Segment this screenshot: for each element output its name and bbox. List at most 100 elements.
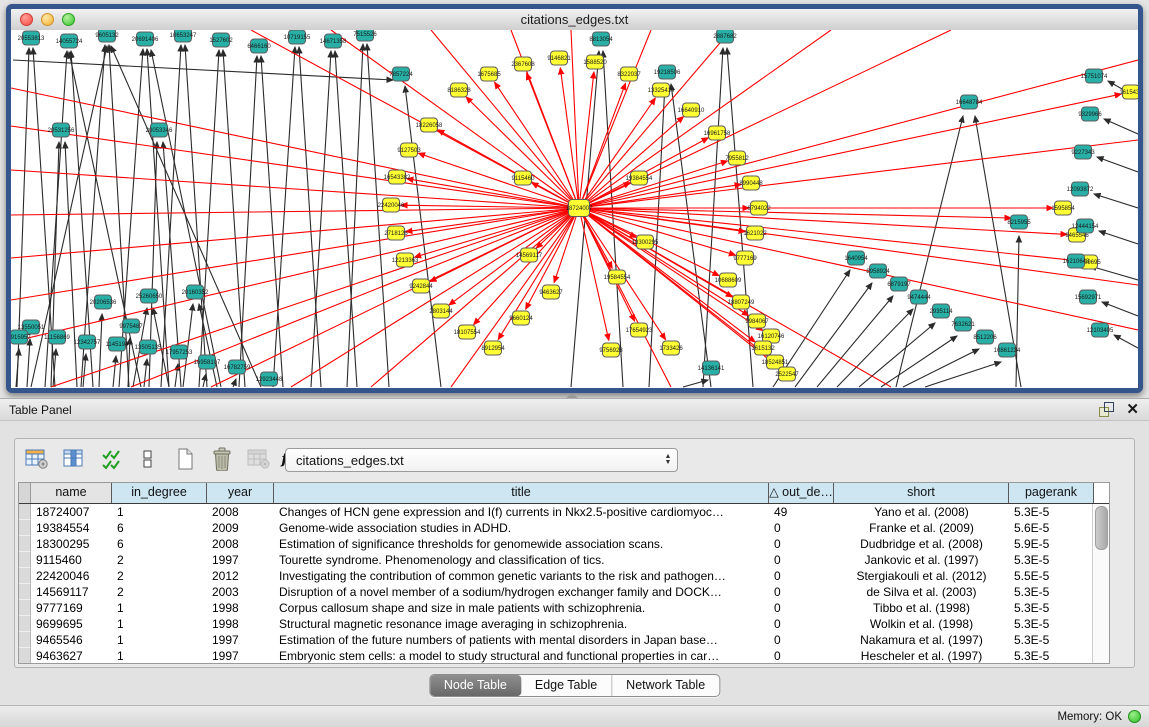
graph-node[interactable]: 8322037	[617, 67, 641, 81]
graph-node[interactable]: 6879197	[887, 277, 911, 291]
graph-node[interactable]: 20691406	[132, 32, 159, 46]
graph-node[interactable]: 9756928	[599, 343, 623, 357]
close-panel-icon[interactable]: ✕	[1126, 402, 1139, 417]
graph-node[interactable]: 9146821	[547, 51, 571, 65]
new-table-icon[interactable]	[170, 445, 200, 473]
graph-node[interactable]: 10719155	[284, 30, 311, 44]
graph-node[interactable]: 9463627	[539, 285, 563, 299]
graph-node[interactable]: 8958924	[866, 264, 890, 278]
graph-node[interactable]: 2367608	[511, 57, 535, 71]
graph-node[interactable]: 8186328	[447, 83, 471, 97]
node-table[interactable]: namein_degreeyeartitle△ out_de…shortpage…	[18, 482, 1110, 664]
graph-node[interactable]: 1145194	[106, 337, 130, 351]
graph-node[interactable]: 7632621	[951, 317, 975, 331]
graph-node[interactable]: 1527602	[209, 33, 233, 47]
graph-node[interactable]: 12342757	[74, 335, 101, 349]
graph-node[interactable]: 8512206	[973, 330, 997, 344]
column-header-short[interactable]: short	[834, 483, 1009, 503]
graph-node[interactable]: 1733426	[659, 341, 683, 355]
graph-node[interactable]: 7955812	[725, 151, 749, 165]
graph-node[interactable]: 18107554	[454, 325, 481, 339]
graph-node[interactable]: 9242844	[409, 279, 433, 293]
table-row[interactable]: 1830029562008Estimation of significance …	[19, 536, 1109, 552]
graph-node[interactable]: 2718126	[384, 226, 408, 240]
graph-node[interactable]: 9127503	[397, 143, 421, 157]
graph-node[interactable]: 18724007	[566, 200, 593, 217]
zoom-window-icon[interactable]	[62, 13, 75, 26]
graph-node[interactable]: 8215955	[1007, 215, 1031, 229]
graph-node[interactable]: 15692971	[1075, 290, 1102, 304]
tab-node-table[interactable]: Node Table	[430, 675, 521, 696]
tab-edge-table[interactable]: Edge Table	[521, 675, 611, 696]
graph-node[interactable]: 9975487	[119, 319, 143, 333]
graph-node[interactable]: 16782759	[224, 360, 251, 374]
graph-node[interactable]: 25260650	[136, 289, 163, 303]
graph-node[interactable]: 1621022	[743, 226, 767, 240]
graph-node[interactable]: 1595854	[1051, 201, 1075, 215]
column-header-pagerank[interactable]: pagerank	[1009, 483, 1094, 503]
table-row[interactable]: 969969511998Structural magnetic resonanc…	[19, 616, 1109, 632]
graph-node[interactable]: 20553813	[18, 31, 45, 45]
column-header-title[interactable]: title	[274, 483, 769, 503]
graph-node[interactable]: 15751074	[1081, 69, 1108, 83]
graph-node[interactable]: 8990448	[739, 176, 763, 190]
graph-node[interactable]: 1615432	[1119, 85, 1138, 99]
graph-node[interactable]: 12103405	[1087, 323, 1114, 337]
table-row[interactable]: 911546021997Tourette syndrome. Phenomeno…	[19, 552, 1109, 568]
float-window-icon[interactable]	[1099, 402, 1114, 417]
graph-node[interactable]: 1675685	[477, 67, 501, 81]
column-header-name[interactable]: name	[31, 483, 112, 503]
graph-node[interactable]: 2887682	[713, 30, 737, 43]
graph-node[interactable]: 7515526	[353, 30, 377, 41]
graph-node[interactable]: 9227343	[1071, 145, 1095, 159]
graph-node[interactable]: 1588520	[583, 55, 607, 69]
graph-node[interactable]: 9984067	[745, 314, 769, 328]
graph-node[interactable]: 7857224	[389, 67, 413, 81]
graph-node[interactable]: 2522547	[775, 367, 799, 381]
table-settings-icon[interactable]	[22, 445, 52, 473]
rows-icon[interactable]	[133, 445, 163, 473]
graph-node[interactable]: 12093872	[1067, 182, 1094, 196]
graph-node[interactable]: 19218506	[654, 65, 681, 79]
graph-node[interactable]: 9605132	[95, 30, 119, 42]
graph-node[interactable]: 1615132	[751, 341, 775, 355]
minimize-window-icon[interactable]	[41, 13, 54, 26]
tab-network-table[interactable]: Network Table	[611, 675, 719, 696]
graph-node[interactable]: 9660124	[509, 311, 533, 325]
table-row[interactable]: 946554611997Estimation of the future num…	[19, 632, 1109, 648]
memory-ok-icon[interactable]	[1128, 710, 1141, 723]
graph-node[interactable]: 10653247	[170, 30, 197, 42]
table-row[interactable]: 1938455462009Genome-wide association stu…	[19, 520, 1109, 536]
graph-node[interactable]: 14569117	[516, 248, 543, 262]
graph-node[interactable]: 14055724	[56, 34, 83, 48]
graph-node[interactable]: 16640910	[678, 103, 705, 117]
graph-node[interactable]: 6466160	[247, 39, 271, 53]
graph-node[interactable]: 1640954	[844, 251, 868, 265]
vertical-scrollbar[interactable]	[1092, 504, 1109, 663]
column-header-year[interactable]: year	[207, 483, 274, 503]
column-header-in_degree[interactable]: in_degree	[112, 483, 207, 503]
graph-node[interactable]: 12213363	[392, 253, 419, 267]
graph-node[interactable]: 9115460	[512, 171, 536, 185]
table-row[interactable]: 2242004622012Investigating the contribut…	[19, 568, 1109, 584]
graph-node[interactable]: 2935114	[930, 304, 954, 318]
table-row[interactable]: 977716911998Corpus callosum shape and si…	[19, 600, 1109, 616]
graph-node[interactable]: 19584554	[604, 270, 631, 284]
graph-node[interactable]: 14136141	[698, 361, 725, 375]
select-columns-icon[interactable]	[96, 445, 126, 473]
column-chooser-icon[interactable]	[59, 445, 89, 473]
graph-node[interactable]: 2803144	[429, 304, 453, 318]
graph-node[interactable]: 8912954	[481, 341, 505, 355]
graph-node[interactable]: 8813054	[589, 32, 613, 46]
graph-node[interactable]: 20206536	[90, 295, 117, 309]
close-window-icon[interactable]	[20, 13, 33, 26]
table-selector[interactable]: citations_edges.txt ▲▼	[285, 448, 678, 472]
window-titlebar[interactable]: citations_edges.txt	[11, 9, 1138, 31]
scrollbar-thumb[interactable]	[1095, 506, 1108, 550]
table-row[interactable]: 1872400712008Changes of HCN gene express…	[19, 504, 1109, 520]
graph-node[interactable]: 6794022	[747, 201, 771, 215]
graph-node[interactable]: 9474444	[907, 290, 931, 304]
network-canvas[interactable]: 1822605891275031654338222420046271812612…	[11, 30, 1138, 388]
table-row[interactable]: 946362711997Embryonic stem cells: a mode…	[19, 648, 1109, 664]
citation-network-graph[interactable]: 1822605891275031654338222420046271812612…	[11, 30, 1138, 388]
